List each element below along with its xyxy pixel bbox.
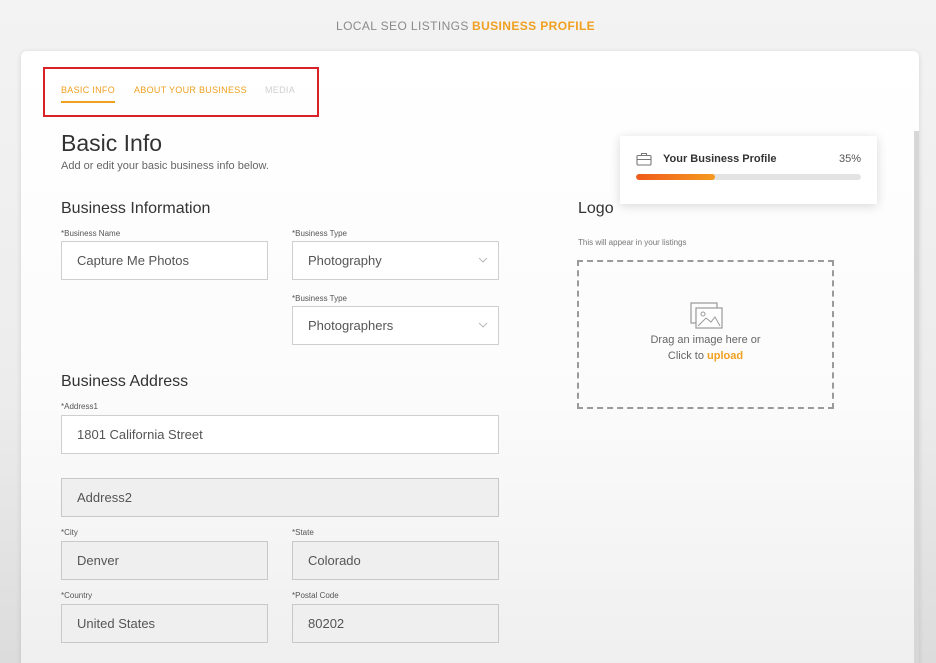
tab-local-seo-listings[interactable]: LOCAL SEO LISTINGS — [336, 19, 469, 33]
dropzone-click-prefix: Click to — [667, 350, 704, 362]
city-input[interactable]: Denver — [61, 541, 268, 580]
page-subtitle: Add or edit your basic business info bel… — [61, 160, 269, 172]
sub-tabs-highlight: BASIC INFO ABOUT YOUR BUSINESS MEDIA — [43, 67, 319, 117]
top-nav: LOCAL SEO LISTINGS BUSINESS PROFILE — [0, 19, 936, 35]
tab-business-profile[interactable]: BUSINESS PROFILE — [472, 19, 595, 33]
section-title-business-information: Business Information — [61, 200, 211, 217]
tab-basic-info[interactable]: BASIC INFO — [61, 85, 116, 103]
business-type-value: Photography — [308, 253, 382, 268]
tab-media[interactable]: MEDIA — [265, 85, 295, 95]
page-title: Basic Info — [61, 130, 162, 156]
briefcase-icon — [636, 152, 652, 166]
dropzone-click-line: Click to upload — [579, 350, 832, 362]
chevron-down-icon — [478, 257, 488, 263]
business-name-input[interactable]: Capture Me Photos — [61, 241, 268, 280]
logo-hint: This will appear in your listings — [578, 238, 687, 247]
address1-label: *Address1 — [61, 402, 98, 411]
upload-link[interactable]: upload — [707, 350, 743, 362]
state-input[interactable]: Colorado — [292, 541, 499, 580]
postal-code-input[interactable]: 80202 — [292, 604, 499, 643]
postal-code-label: *Postal Code — [292, 591, 339, 600]
country-input[interactable]: United States — [61, 604, 268, 643]
address1-input[interactable]: 1801 California Street — [61, 415, 499, 454]
dropzone-text: Drag an image here or — [650, 334, 761, 346]
profile-progress-fill — [636, 174, 715, 180]
business-subtype-value: Photographers — [308, 318, 394, 333]
logo-dropzone[interactable]: Drag an image here or Click to upload — [577, 260, 834, 409]
business-type-label: *Business Type — [292, 229, 347, 238]
address2-input[interactable]: Address2 — [61, 478, 499, 517]
city-label: *City — [61, 528, 78, 537]
business-subtype-select[interactable]: Photographers — [292, 306, 499, 345]
profile-progress-title: Your Business Profile — [663, 153, 777, 165]
scrollbar[interactable] — [914, 131, 919, 663]
section-title-business-address: Business Address — [61, 373, 189, 390]
image-icon — [690, 302, 723, 329]
business-profile-progress-card: Your Business Profile 35% — [620, 136, 877, 204]
business-name-label: *Business Name — [61, 229, 121, 238]
state-label: *State — [292, 528, 314, 537]
profile-card-container: BASIC INFO ABOUT YOUR BUSINESS MEDIA Bas… — [21, 51, 919, 663]
profile-progress-bar — [636, 174, 861, 180]
logo-title: Logo — [578, 200, 614, 217]
business-type-2-label: *Business Type — [292, 294, 347, 303]
country-label: *Country — [61, 591, 93, 600]
tab-about-your-business[interactable]: ABOUT YOUR BUSINESS — [134, 85, 247, 95]
business-type-select[interactable]: Photography — [292, 241, 499, 280]
profile-progress-percent: 35% — [838, 153, 861, 165]
chevron-down-icon — [478, 322, 488, 328]
